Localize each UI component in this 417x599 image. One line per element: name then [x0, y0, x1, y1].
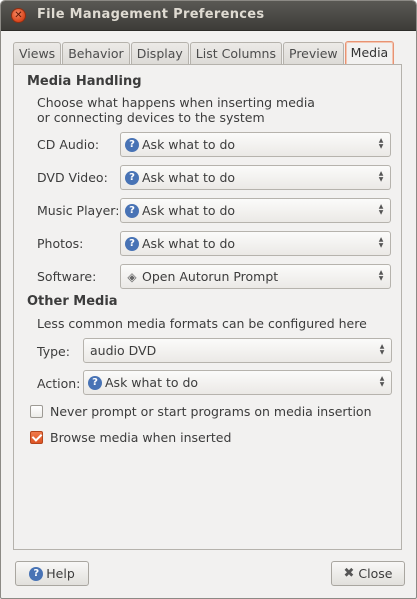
tab-behavior[interactable]: Behavior: [62, 42, 130, 64]
combo-arrows-icon: ▲ ▼: [379, 375, 385, 388]
combo-value: Ask what to do: [142, 170, 236, 185]
question-icon: ?: [125, 170, 139, 185]
cd-audio-label: CD Audio:: [37, 137, 100, 152]
help-button[interactable]: ? Help: [15, 561, 89, 586]
dvd-video-label: DVD Video:: [37, 170, 108, 185]
tab-bar: Views Behavior Display List Columns Prev…: [13, 41, 395, 65]
combo-value: Ask what to do: [142, 137, 236, 152]
help-button-label: Help: [46, 566, 75, 581]
combo-value: Ask what to do: [142, 203, 236, 218]
combo-value: Ask what to do: [105, 375, 199, 390]
never-prompt-label: Never prompt or start programs on media …: [50, 404, 372, 419]
never-prompt-option[interactable]: Never prompt or start programs on media …: [30, 404, 372, 419]
autorun-icon: ◈: [127, 269, 137, 284]
help-icon: ?: [29, 566, 44, 581]
software-label: Software:: [37, 269, 97, 284]
combo-value: audio DVD: [90, 343, 157, 358]
window-close-icon[interactable]: ✕: [11, 8, 26, 23]
combo-arrows-icon: ▲ ▼: [378, 137, 384, 150]
question-icon: ?: [125, 137, 139, 152]
description-line: Choose what happens when inserting media: [37, 95, 315, 110]
music-player-label: Music Player:: [37, 203, 120, 218]
question-icon: ?: [88, 375, 102, 390]
combo-arrows-icon: ▲ ▼: [378, 203, 384, 216]
other-media-heading: Other Media: [27, 294, 118, 309]
media-handling-description: Choose what happens when inserting media…: [37, 95, 315, 125]
type-combo[interactable]: audio DVD ▲ ▼: [83, 338, 392, 363]
combo-arrows-icon: ▲ ▼: [378, 269, 384, 282]
browse-media-option[interactable]: Browse media when inserted: [30, 430, 231, 445]
combo-arrows-icon: ▲ ▼: [379, 343, 385, 356]
close-icon: ✖: [343, 566, 355, 581]
tab-display[interactable]: Display: [130, 42, 189, 64]
close-button[interactable]: ✖ Close: [331, 561, 405, 586]
never-prompt-checkbox[interactable]: [30, 405, 43, 418]
tab-views[interactable]: Views: [13, 42, 62, 64]
title-bar: ✕ File Management Preferences: [1, 1, 416, 31]
dvd-video-combo[interactable]: ? Ask what to do ▲ ▼: [120, 165, 391, 190]
window-title: File Management Preferences: [37, 7, 265, 22]
tab-list-columns[interactable]: List Columns: [189, 42, 282, 64]
action-label: Action:: [37, 376, 81, 391]
close-button-label: Close: [358, 566, 393, 581]
description-line: or connecting devices to the system: [37, 110, 265, 125]
tab-preview[interactable]: Preview: [283, 42, 344, 64]
browse-media-label: Browse media when inserted: [50, 430, 232, 445]
type-label: Type:: [37, 344, 70, 359]
cd-audio-combo[interactable]: ? Ask what to do ▲ ▼: [120, 132, 391, 157]
photos-combo[interactable]: ? Ask what to do ▲ ▼: [120, 231, 391, 256]
combo-arrows-icon: ▲ ▼: [378, 236, 384, 249]
software-combo[interactable]: ◈ Open Autorun Prompt ▲ ▼: [120, 264, 391, 289]
question-icon: ?: [125, 236, 139, 251]
media-handling-heading: Media Handling: [27, 74, 142, 89]
preferences-window: ✕ File Management Preferences Views Beha…: [0, 0, 417, 599]
music-player-combo[interactable]: ? Ask what to do ▲ ▼: [120, 198, 391, 223]
combo-value: Ask what to do: [142, 236, 236, 251]
photos-label: Photos:: [37, 236, 84, 251]
media-panel: Media Handling Choose what happens when …: [13, 64, 402, 550]
tab-media[interactable]: Media: [344, 41, 395, 65]
question-icon: ?: [125, 203, 139, 218]
other-media-description: Less common media formats can be configu…: [37, 316, 367, 331]
action-combo[interactable]: ? Ask what to do ▲ ▼: [83, 370, 392, 395]
browse-media-checkbox[interactable]: [30, 431, 43, 444]
combo-value: Open Autorun Prompt: [142, 269, 279, 284]
combo-arrows-icon: ▲ ▼: [378, 170, 384, 183]
